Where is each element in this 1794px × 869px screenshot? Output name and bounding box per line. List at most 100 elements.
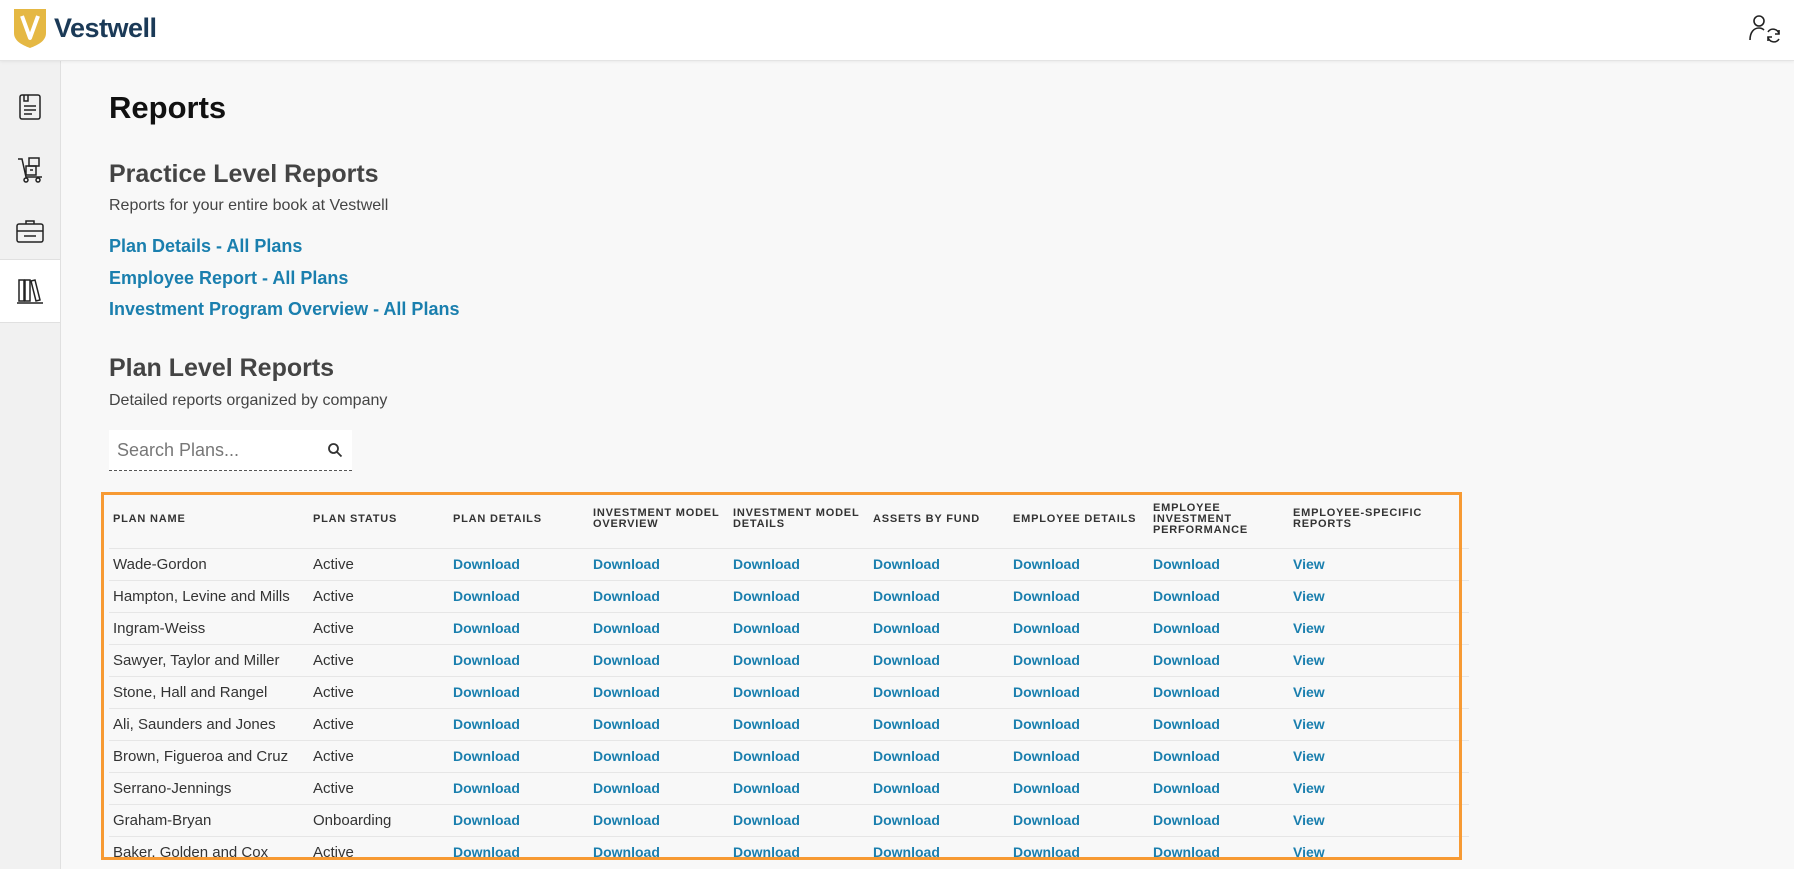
employee-details-download-link[interactable]: Download: [1013, 620, 1080, 636]
assets-by-fund-download-link[interactable]: Download: [873, 684, 940, 700]
plan-details-download-link[interactable]: Download: [453, 652, 520, 668]
employee-specific-view-link[interactable]: View: [1293, 620, 1325, 636]
employee-specific-view-link[interactable]: View: [1293, 812, 1325, 828]
employee-details-download-link[interactable]: Download: [1013, 748, 1080, 764]
investment-model-overview-download-link[interactable]: Download: [593, 716, 660, 732]
employee-specific-view-link[interactable]: View: [1293, 748, 1325, 764]
employee-details-download-link[interactable]: Download: [1013, 812, 1080, 828]
plan-details-all-plans-link[interactable]: Plan Details - All Plans: [109, 236, 302, 257]
top-bar: Vestwell: [0, 0, 1794, 61]
employee-details-download-link[interactable]: Download: [1013, 556, 1080, 572]
investment-model-details-download-link[interactable]: Download: [733, 652, 800, 668]
employee-specific-view-link[interactable]: View: [1293, 780, 1325, 796]
investment-model-details-download-link[interactable]: Download: [733, 588, 800, 604]
employee-specific-view-link[interactable]: View: [1293, 556, 1325, 572]
investment-model-details-download-link[interactable]: Download: [733, 684, 800, 700]
employee-investment-performance-download-link[interactable]: Download: [1153, 780, 1220, 796]
plan-name-cell: Hampton, Levine and Mills: [109, 580, 309, 613]
column-header-assets-by-fund: ASSETS BY FUND: [869, 490, 1009, 549]
search-plans-input[interactable]: [109, 430, 314, 470]
employee-investment-performance-download-link[interactable]: Download: [1153, 556, 1220, 572]
assets-by-fund-download-link[interactable]: Download: [873, 812, 940, 828]
sidebar-item-plans[interactable]: [0, 200, 60, 262]
vestwell-logo[interactable]: Vestwell: [12, 7, 157, 49]
investment-model-details-download-link[interactable]: Download: [733, 716, 800, 732]
investment-model-overview-download-link[interactable]: Download: [593, 844, 660, 860]
plan-name-cell: Baker, Golden and Cox: [109, 836, 309, 868]
employee-investment-performance-download-link[interactable]: Download: [1153, 716, 1220, 732]
employee-investment-performance-download-link[interactable]: Download: [1153, 812, 1220, 828]
plan-details-download-link[interactable]: Download: [453, 812, 520, 828]
plan-name-cell: Sawyer, Taylor and Miller: [109, 644, 309, 677]
employee-investment-performance-download-link[interactable]: Download: [1153, 748, 1220, 764]
employee-details-download-link[interactable]: Download: [1013, 716, 1080, 732]
investment-model-details-download-link[interactable]: Download: [733, 748, 800, 764]
document-list-icon: [19, 94, 41, 120]
plan-details-download-link[interactable]: Download: [453, 748, 520, 764]
user-switch-icon[interactable]: [1748, 12, 1782, 46]
investment-model-overview-download-link[interactable]: Download: [593, 684, 660, 700]
plan-name-cell: Brown, Figueroa and Cruz: [109, 740, 309, 773]
investment-model-overview-download-link[interactable]: Download: [593, 780, 660, 796]
table-header-row: PLAN NAME PLAN STATUS PLAN DETAILS INVES…: [109, 490, 1469, 549]
plan-status-cell: Active: [309, 580, 449, 613]
investment-model-overview-download-link[interactable]: Download: [593, 556, 660, 572]
assets-by-fund-download-link[interactable]: Download: [873, 556, 940, 572]
page-title: Reports: [109, 90, 227, 125]
investment-model-details-download-link[interactable]: Download: [733, 620, 800, 636]
employee-details-download-link[interactable]: Download: [1013, 844, 1080, 860]
employee-investment-performance-download-link[interactable]: Download: [1153, 620, 1220, 636]
table-row: Stone, Hall and Rangel Active Download Down…: [109, 676, 1469, 709]
employee-details-download-link[interactable]: Download: [1013, 780, 1080, 796]
search-plans-box: [109, 430, 352, 471]
employee-specific-view-link[interactable]: View: [1293, 652, 1325, 668]
employee-investment-performance-download-link[interactable]: Download: [1153, 652, 1220, 668]
investment-model-overview-download-link[interactable]: Download: [593, 748, 660, 764]
sidebar-item-reports[interactable]: [0, 259, 60, 323]
employee-report-all-plans-link[interactable]: Employee Report - All Plans: [109, 268, 348, 289]
plan-details-download-link[interactable]: Download: [453, 844, 520, 860]
assets-by-fund-download-link[interactable]: Download: [873, 716, 940, 732]
sidebar-item-documents[interactable]: [0, 76, 60, 138]
plan-details-download-link[interactable]: Download: [453, 556, 520, 572]
employee-investment-performance-download-link[interactable]: Download: [1153, 588, 1220, 604]
employee-investment-performance-download-link[interactable]: Download: [1153, 844, 1220, 860]
column-header-employee-specific-reports: EMPLOYEE-SPECIFIC REPORTS: [1289, 490, 1429, 549]
investment-model-overview-download-link[interactable]: Download: [593, 652, 660, 668]
employee-details-download-link[interactable]: Download: [1013, 684, 1080, 700]
investment-model-details-download-link[interactable]: Download: [733, 812, 800, 828]
plan-details-download-link[interactable]: Download: [453, 684, 520, 700]
assets-by-fund-download-link[interactable]: Download: [873, 844, 940, 860]
employee-specific-view-link[interactable]: View: [1293, 588, 1325, 604]
employee-specific-view-link[interactable]: View: [1293, 716, 1325, 732]
assets-by-fund-download-link[interactable]: Download: [873, 748, 940, 764]
investment-model-overview-download-link[interactable]: Download: [593, 588, 660, 604]
employee-details-download-link[interactable]: Download: [1013, 652, 1080, 668]
investment-model-overview-download-link[interactable]: Download: [593, 812, 660, 828]
investment-model-details-download-link[interactable]: Download: [733, 556, 800, 572]
plan-level-title: Plan Level Reports: [109, 354, 335, 382]
investment-model-details-download-link[interactable]: Download: [733, 780, 800, 796]
column-header-plan-details: PLAN DETAILS: [449, 490, 589, 549]
investment-program-overview-link[interactable]: Investment Program Overview - All Plans: [109, 299, 459, 320]
assets-by-fund-download-link[interactable]: Download: [873, 588, 940, 604]
assets-by-fund-download-link[interactable]: Download: [873, 652, 940, 668]
plan-details-download-link[interactable]: Download: [453, 780, 520, 796]
employee-investment-performance-download-link[interactable]: Download: [1153, 684, 1220, 700]
table-row: Ali, Saunders and Jones Active Download Dow…: [109, 708, 1469, 741]
plan-details-download-link[interactable]: Download: [453, 620, 520, 636]
table-row: Serrano-Jennings Active Download Download Do…: [109, 772, 1469, 805]
sidebar-item-operations[interactable]: [0, 138, 60, 200]
assets-by-fund-download-link[interactable]: Download: [873, 620, 940, 636]
investment-model-details-download-link[interactable]: Download: [733, 844, 800, 860]
employee-specific-view-link[interactable]: View: [1293, 844, 1325, 860]
assets-by-fund-download-link[interactable]: Download: [873, 780, 940, 796]
plan-details-download-link[interactable]: Download: [453, 588, 520, 604]
plan-status-cell: Onboarding: [309, 804, 449, 837]
employee-specific-view-link[interactable]: View: [1293, 684, 1325, 700]
search-icon[interactable]: [327, 442, 343, 458]
employee-details-download-link[interactable]: Download: [1013, 588, 1080, 604]
plan-details-download-link[interactable]: Download: [453, 716, 520, 732]
investment-model-overview-download-link[interactable]: Download: [593, 620, 660, 636]
column-header-employee-investment-performance: EMPLOYEE INVESTMENT PERFORMANCE: [1149, 490, 1289, 549]
